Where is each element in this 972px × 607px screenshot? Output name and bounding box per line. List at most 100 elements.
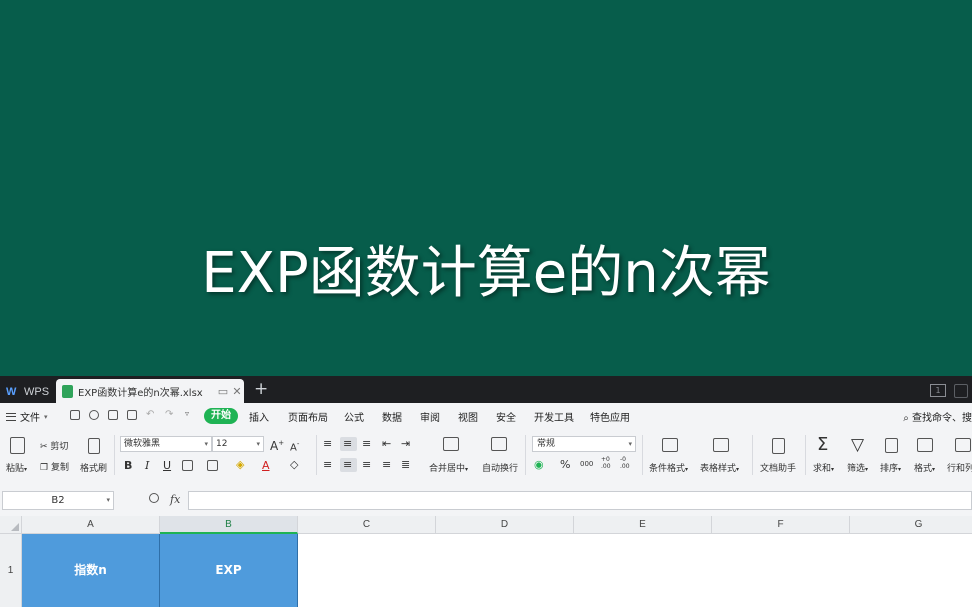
- export-icon[interactable]: [89, 410, 99, 420]
- format-icon[interactable]: [917, 438, 933, 452]
- thousands-button[interactable]: 000: [580, 458, 593, 471]
- tab-review[interactable]: 审阅: [420, 409, 440, 424]
- align-right-icon[interactable]: ≡: [362, 458, 371, 471]
- fill-color-icon[interactable]: ◈: [236, 458, 244, 471]
- font-color-icon[interactable]: A: [262, 459, 270, 472]
- sort-button[interactable]: 排序▾: [880, 461, 901, 474]
- clear-format-icon[interactable]: ◇: [290, 458, 298, 471]
- distribute-icon[interactable]: ≣: [401, 458, 410, 471]
- merge-center-icon[interactable]: [443, 437, 459, 451]
- filter-icon[interactable]: ▽: [851, 435, 864, 455]
- tab-data[interactable]: 数据: [382, 409, 402, 424]
- table-style-icon[interactable]: [713, 438, 729, 452]
- rows-cols-icon[interactable]: [955, 438, 971, 452]
- tab-insert[interactable]: 插入: [249, 409, 269, 424]
- grow-font-button[interactable]: A+: [270, 437, 284, 453]
- grow-font-label: A: [270, 439, 279, 453]
- paste-button[interactable]: 粘贴▾: [6, 461, 27, 474]
- new-tab-button[interactable]: +: [254, 378, 268, 400]
- chevron-down-icon: ▾: [44, 412, 48, 421]
- tab-home[interactable]: 开始: [204, 408, 238, 424]
- wrap-text-button[interactable]: 自动换行: [482, 461, 518, 474]
- align-top-icon[interactable]: ≡: [323, 437, 332, 450]
- tab-formulas[interactable]: 公式: [344, 409, 364, 424]
- print-icon[interactable]: [108, 410, 118, 420]
- cut-button[interactable]: ✂ 剪切: [40, 439, 68, 452]
- quick-access-dropdown-icon[interactable]: ▿: [185, 409, 189, 418]
- formula-input[interactable]: [188, 491, 972, 510]
- decrease-decimal-button[interactable]: -0 .00: [620, 456, 634, 470]
- currency-icon[interactable]: ◉: [534, 458, 544, 471]
- column-header-g[interactable]: G: [850, 516, 972, 534]
- sum-icon[interactable]: Σ: [817, 435, 828, 455]
- bold-button[interactable]: B: [124, 459, 132, 472]
- font-size-select[interactable]: 12 ▾: [212, 436, 264, 452]
- sort-icon[interactable]: [885, 438, 898, 453]
- row-header-1[interactable]: 1: [0, 534, 22, 607]
- merge-center-button[interactable]: 合并居中▾: [429, 461, 468, 474]
- align-left-icon[interactable]: ≡: [323, 458, 332, 471]
- column-header-b[interactable]: B: [160, 516, 298, 534]
- column-header-d[interactable]: D: [436, 516, 574, 534]
- sum-button[interactable]: 求和▾: [813, 461, 834, 474]
- name-box[interactable]: B2 ▾: [2, 491, 114, 510]
- undo-icon[interactable]: ↶: [146, 409, 154, 420]
- doc-helper-button[interactable]: 文档助手: [760, 461, 796, 474]
- align-bottom-icon[interactable]: ≡: [362, 437, 371, 450]
- insert-function-button[interactable]: fx: [170, 493, 180, 506]
- file-menu[interactable]: 文件 ▾: [6, 409, 48, 424]
- font-name-select[interactable]: 微软雅黑 ▾: [120, 436, 212, 452]
- column-header-f[interactable]: F: [712, 516, 850, 534]
- increase-decimal-button[interactable]: +0 .00: [601, 456, 615, 470]
- cut-label: 剪切: [50, 442, 69, 452]
- copy-button[interactable]: ❐ 复制: [40, 460, 69, 473]
- format-button[interactable]: 格式▾: [914, 461, 935, 474]
- number-format-select[interactable]: 常规 ▾: [532, 436, 636, 452]
- percent-button[interactable]: %: [560, 458, 570, 471]
- tab-special-apps[interactable]: 特色应用: [590, 409, 630, 424]
- rows-cols-button[interactable]: 行和列: [947, 461, 972, 474]
- close-tab-icon[interactable]: ✕: [230, 385, 244, 398]
- column-header-c[interactable]: C: [298, 516, 436, 534]
- cell-style-icon[interactable]: [207, 460, 218, 471]
- restore-icon[interactable]: ▭: [216, 385, 230, 398]
- document-tab-name: EXP函数计算e的n次幂.xlsx: [78, 387, 203, 399]
- copy-label: 复制: [50, 463, 69, 473]
- print-preview-icon[interactable]: [127, 410, 137, 420]
- column-header-e[interactable]: E: [574, 516, 712, 534]
- tab-security[interactable]: 安全: [496, 409, 516, 424]
- table-style-button[interactable]: 表格样式▾: [700, 461, 739, 474]
- conditional-format-button[interactable]: 条件格式▾: [649, 461, 688, 474]
- justify-icon[interactable]: ≡: [382, 458, 391, 471]
- decrease-indent-icon[interactable]: ⇤: [382, 437, 391, 450]
- format-painter-button[interactable]: 格式刷: [80, 461, 107, 474]
- borders-icon[interactable]: [182, 460, 193, 471]
- italic-button[interactable]: I: [145, 459, 149, 472]
- window-menu-icon[interactable]: [954, 384, 968, 398]
- wps-home-tab[interactable]: W WPS: [0, 380, 50, 403]
- document-tab[interactable]: EXP函数计算e的n次幂.xlsx ▭ ✕: [56, 379, 244, 403]
- format-painter-icon[interactable]: [88, 438, 100, 454]
- column-header-a[interactable]: A: [22, 516, 160, 534]
- tab-developer[interactable]: 开发工具: [534, 409, 574, 424]
- save-icon[interactable]: [70, 410, 80, 420]
- select-all-corner[interactable]: [0, 516, 22, 534]
- align-middle-icon[interactable]: ≡: [343, 437, 352, 450]
- filter-button[interactable]: 筛选▾: [847, 461, 868, 474]
- doc-helper-icon[interactable]: [772, 438, 785, 454]
- zoom-icon[interactable]: [149, 493, 159, 503]
- page-indicator[interactable]: 1: [930, 384, 946, 397]
- cell-b1[interactable]: EXP: [160, 534, 298, 607]
- paste-icon[interactable]: [10, 437, 25, 454]
- tab-view[interactable]: 视图: [458, 409, 478, 424]
- tab-page-layout[interactable]: 页面布局: [288, 409, 328, 424]
- conditional-format-icon[interactable]: [662, 438, 678, 452]
- command-search[interactable]: ⌕ 查找命令、搜: [903, 409, 972, 424]
- redo-icon[interactable]: ↷: [165, 409, 173, 420]
- increase-indent-icon[interactable]: ⇥: [401, 437, 410, 450]
- align-center-icon[interactable]: ≡: [343, 458, 352, 471]
- underline-button[interactable]: U: [163, 459, 171, 472]
- shrink-font-button[interactable]: A-: [290, 438, 299, 454]
- cell-a1[interactable]: 指数n: [22, 534, 160, 607]
- wrap-text-icon[interactable]: [491, 437, 507, 451]
